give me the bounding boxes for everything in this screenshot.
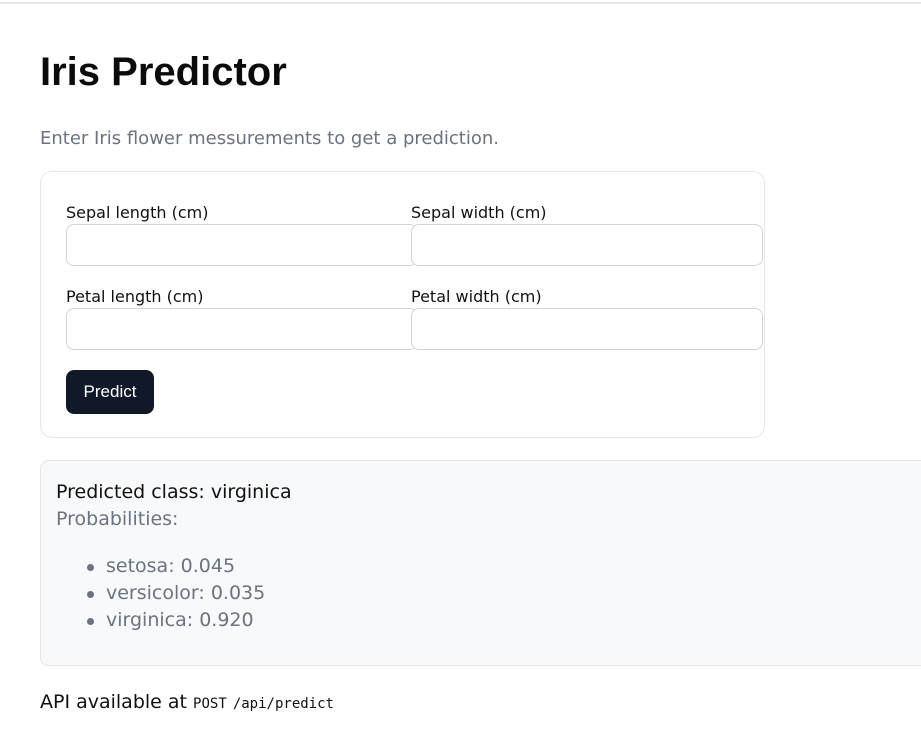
list-item: versicolor: 0.035 xyxy=(86,580,265,607)
prediction-result: Predicted class: virginica Probabilities… xyxy=(40,460,921,666)
prediction-form: Sepal length (cm) Sepal width (cm) Petal… xyxy=(40,171,765,438)
petal-width-input[interactable] xyxy=(411,308,763,350)
sepal-length-input[interactable] xyxy=(66,224,418,266)
petal-length-input[interactable] xyxy=(66,308,418,350)
list-item: virginica: 0.920 xyxy=(86,607,265,634)
predicted-class: Predicted class: virginica xyxy=(56,481,292,503)
list-item: setosa: 0.045 xyxy=(86,553,265,580)
predict-button[interactable]: Predict xyxy=(66,370,154,414)
petal-length-label: Petal length (cm) xyxy=(66,287,204,306)
probabilities-list: setosa: 0.045 versicolor: 0.035 virginic… xyxy=(86,553,265,634)
api-method: POST xyxy=(193,696,227,712)
probabilities-heading: Probabilities: xyxy=(56,508,179,530)
api-endpoint: /api/predict xyxy=(232,696,334,712)
api-info: API available at POST /api/predict xyxy=(40,690,334,716)
api-info-label: API available at xyxy=(40,691,187,713)
page-title: Iris Predictor xyxy=(40,50,287,94)
sepal-width-label: Sepal width (cm) xyxy=(411,203,547,222)
sepal-length-label: Sepal length (cm) xyxy=(66,203,209,222)
sepal-width-input[interactable] xyxy=(411,224,763,266)
petal-width-label: Petal width (cm) xyxy=(411,287,542,306)
top-divider xyxy=(0,2,921,4)
page-subtitle: Enter Iris flower messurements to get a … xyxy=(40,128,499,149)
